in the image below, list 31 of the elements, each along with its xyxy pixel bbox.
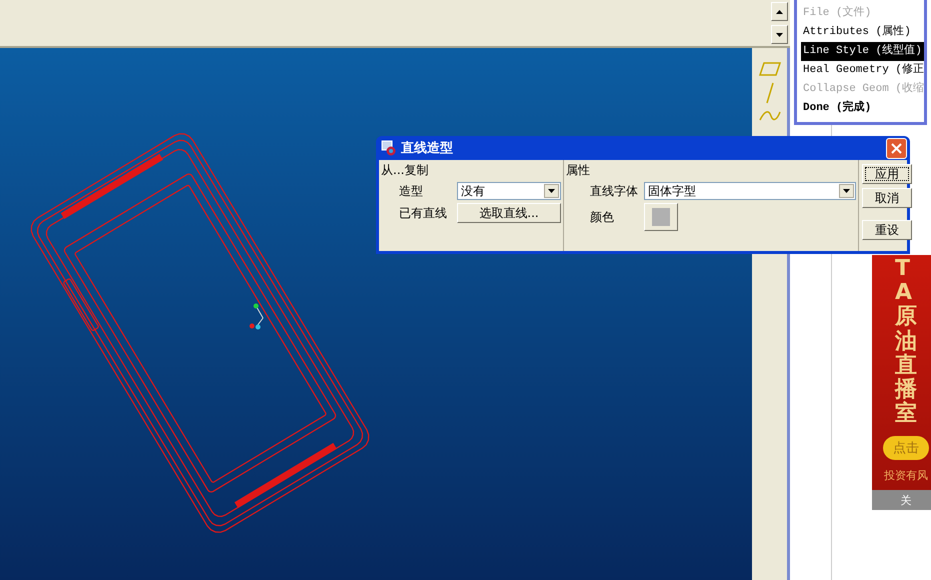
dialog-button[interactable]: 重设	[862, 220, 912, 240]
menu-item[interactable]: Done (完成)	[801, 99, 924, 118]
app-icon	[381, 140, 397, 156]
color-swatch[interactable]	[644, 203, 678, 231]
close-icon	[891, 142, 902, 154]
field-label: 直线字体	[590, 182, 639, 200]
dialog-button[interactable]: 应用	[862, 164, 912, 184]
field-label: 已有直线	[399, 204, 448, 222]
dialog-button[interactable]: 取消	[862, 188, 912, 208]
dropdown-field[interactable]: 固体字型	[644, 182, 856, 200]
ad-banner[interactable]: TA原油直播室 点击 投资有风	[872, 255, 931, 490]
down-arrow-icon	[548, 189, 555, 193]
field-label: 造型	[399, 182, 424, 200]
axis-triad-icon	[250, 304, 264, 330]
dropdown-field[interactable]: 没有	[457, 182, 561, 200]
ad-headline: TA原油直播室	[895, 257, 918, 426]
down-arrow-icon	[776, 32, 783, 36]
scroll-down-button[interactable]	[771, 25, 788, 44]
dialog-title: 直线造型	[401, 140, 453, 157]
group-title: 从...复制	[381, 162, 430, 179]
group-title: 属性	[566, 162, 591, 179]
menu-item[interactable]: Line Style (线型值)	[801, 42, 924, 61]
pick-line-button[interactable]: 选取直线...	[457, 203, 561, 223]
up-arrow-icon	[776, 10, 783, 14]
menu-item[interactable]: Heal Geometry (修正	[801, 61, 924, 80]
scroll-up-button[interactable]	[771, 2, 788, 21]
field-label: 颜色	[590, 208, 615, 226]
ad-disclaimer: 投资有风	[884, 468, 928, 484]
menu-item[interactable]: Attributes (属性)	[801, 23, 924, 42]
close-button[interactable]	[886, 138, 907, 158]
down-arrow-icon	[843, 189, 850, 193]
